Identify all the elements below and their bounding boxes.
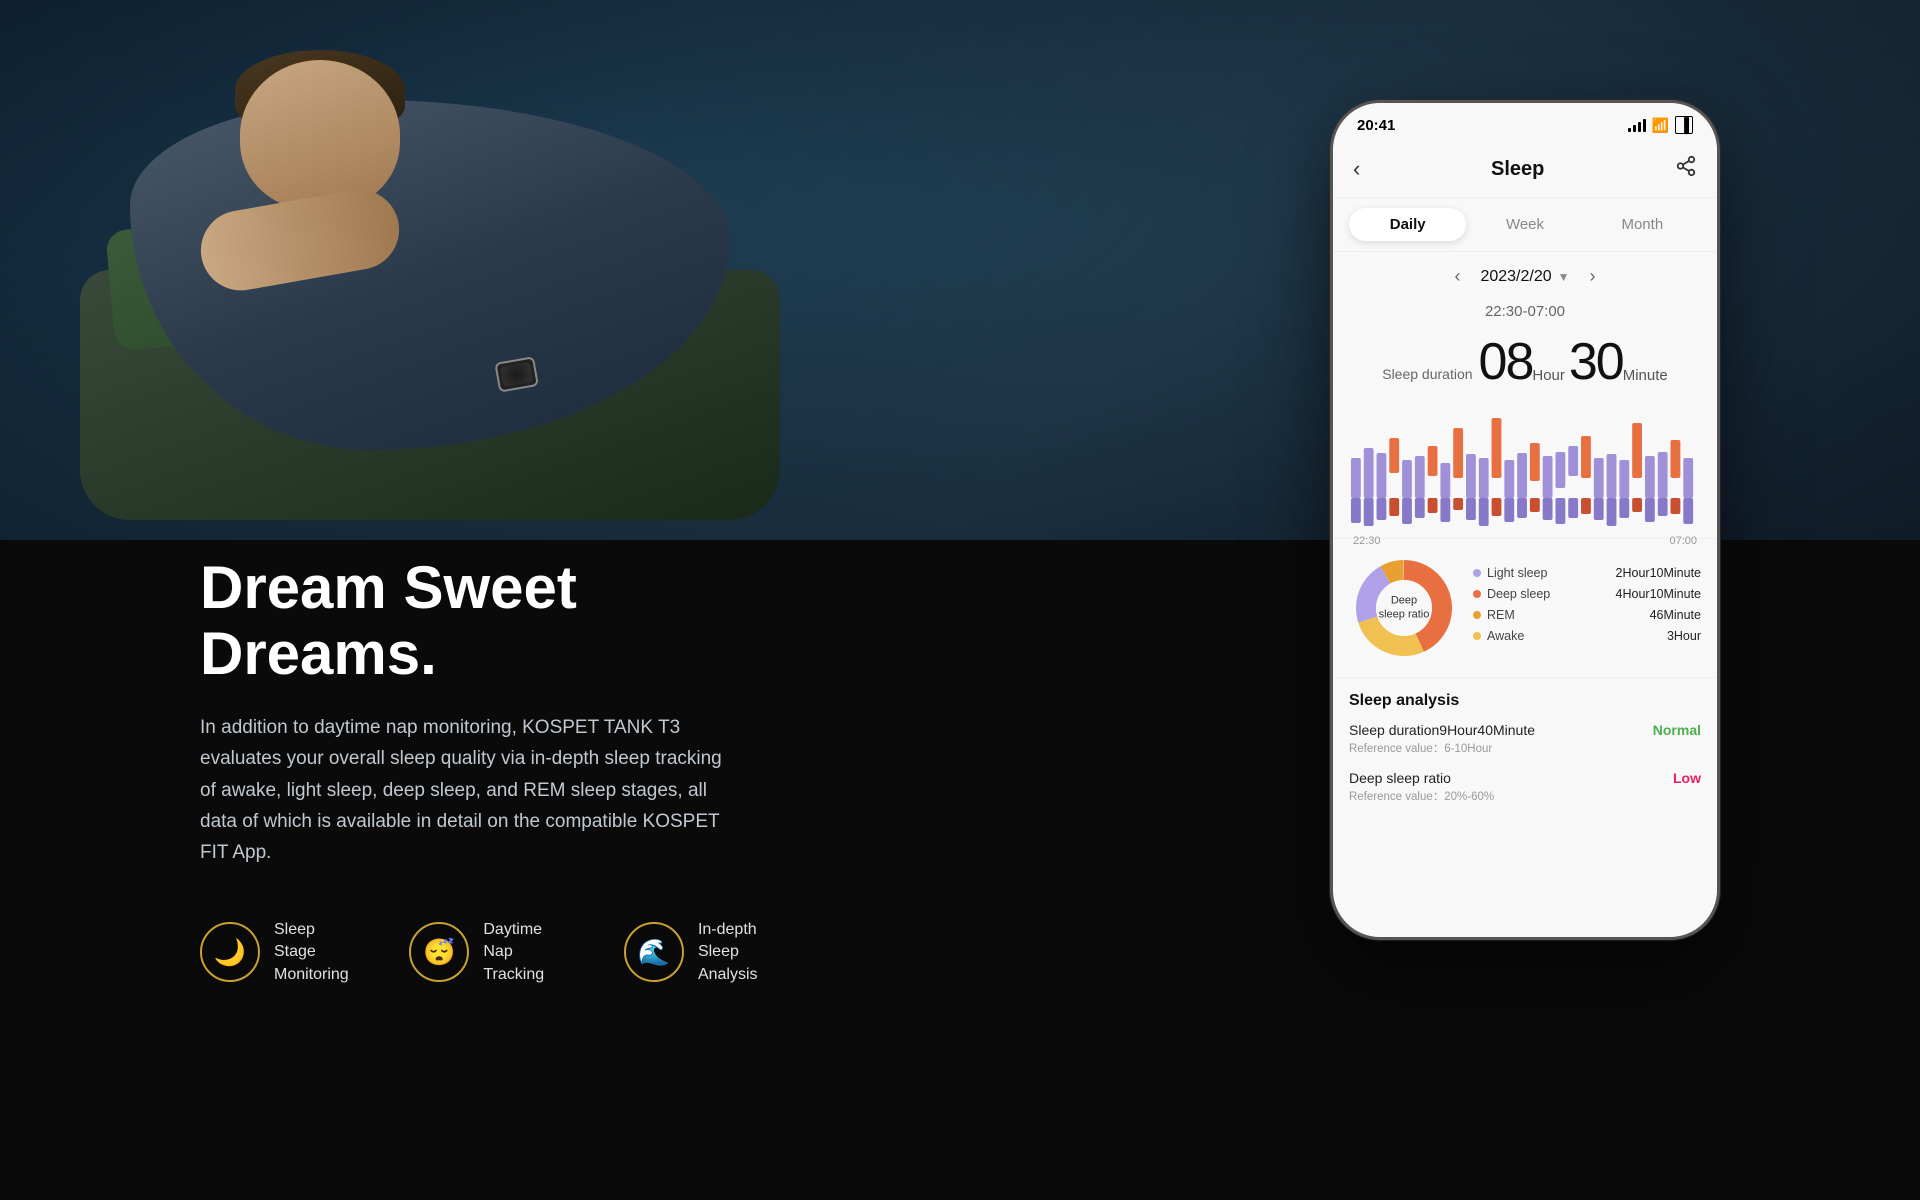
donut-chart: Deep sleep ratio: [1349, 553, 1459, 663]
sleep-hours: 08: [1479, 332, 1533, 392]
analysis-deep-ref: Reference value：20%-60%: [1349, 788, 1701, 804]
deep-sleep-dot: [1473, 590, 1481, 598]
signal-icon: [1628, 119, 1646, 132]
sleep-legend: Light sleep 2Hour10Minute Deep sleep 4Ho…: [1473, 566, 1701, 650]
awake-dot: [1473, 632, 1481, 640]
analysis-title: Sleep analysis: [1349, 692, 1701, 710]
donut-line1: Deep: [1391, 595, 1417, 607]
rem-value: 46Minute: [1650, 608, 1701, 622]
light-sleep-dot: [1473, 569, 1481, 577]
feature-in-depth: 🌊 In-depth SleepAnalysis: [624, 919, 800, 986]
analysis-duration-status: Normal: [1653, 722, 1701, 738]
legend-light-sleep: Light sleep 2Hour10Minute: [1473, 566, 1701, 580]
status-time: 20:41: [1357, 117, 1395, 134]
analysis-deep-status: Low: [1673, 770, 1701, 786]
legend-awake: Awake 3Hour: [1473, 629, 1701, 643]
chart-end-time: 07:00: [1669, 535, 1697, 547]
description-text: In addition to daytime nap monitoring, K…: [200, 712, 740, 869]
tab-week[interactable]: Week: [1466, 208, 1583, 241]
sleep-stage-icon: 🌙: [200, 922, 260, 982]
in-depth-icon: 🌊: [624, 922, 684, 982]
chart-start-time: 22:30: [1353, 535, 1381, 547]
chart-time-labels: 22:30 07:00: [1349, 533, 1701, 547]
sleep-time-range: 22:30-07:00: [1333, 301, 1717, 328]
tagline-text: Dream Sweet Dreams.: [200, 555, 800, 687]
sleep-minutes: 30: [1569, 332, 1623, 392]
sleep-stage-label: Sleep StageMonitoring: [274, 919, 359, 986]
analysis-duration-label: Sleep duration9Hour40Minute: [1349, 722, 1535, 738]
donut-line2: sleep ratio: [1379, 609, 1430, 621]
sleep-duration-display: Sleep duration 08 Hour 30 Minute: [1333, 328, 1717, 408]
analysis-duration-ref: Reference value：6-10Hour: [1349, 740, 1701, 756]
analysis-sleep-duration: Sleep duration9Hour40Minute Normal Refer…: [1349, 722, 1701, 756]
feature-sleep-stage: 🌙 Sleep StageMonitoring: [200, 919, 359, 986]
sleep-duration-label: Sleep duration: [1382, 366, 1472, 382]
legend-rem: REM 46Minute: [1473, 608, 1701, 622]
sleeping-man-illustration: [80, 20, 830, 540]
tab-daily[interactable]: Daily: [1349, 208, 1466, 241]
wifi-icon: 📶: [1652, 117, 1669, 134]
awake-label: Awake: [1487, 629, 1524, 643]
prev-date-button[interactable]: ‹: [1454, 266, 1460, 287]
date-value: 2023/2/20: [1480, 268, 1551, 286]
daytime-nap-label: Daytime NapTracking: [483, 919, 574, 986]
light-sleep-value: 2Hour10Minute: [1616, 566, 1701, 580]
phone-mockup: 20:41 📶 ▐ ‹ Sleep: [1330, 100, 1720, 1080]
rem-dot: [1473, 611, 1481, 619]
battery-icon: ▐: [1675, 116, 1693, 134]
donut-center-label: Deep sleep ratio: [1379, 594, 1430, 623]
analysis-deep-label: Deep sleep ratio: [1349, 770, 1451, 786]
status-icons: 📶 ▐: [1628, 116, 1693, 134]
deep-sleep-label: Deep sleep: [1487, 587, 1550, 601]
app-header: ‹ Sleep: [1333, 147, 1717, 198]
back-button[interactable]: ‹: [1353, 156, 1360, 182]
light-sleep-label: Light sleep: [1487, 566, 1547, 580]
phone-shell: 20:41 📶 ▐ ‹ Sleep: [1330, 100, 1720, 940]
daytime-nap-icon: 😴: [409, 922, 469, 982]
date-dropdown-icon[interactable]: ▼: [1558, 270, 1570, 284]
date-navigation: ‹ 2023/2/20 ▼ ›: [1333, 252, 1717, 301]
tab-month[interactable]: Month: [1584, 208, 1701, 241]
app-title: Sleep: [1491, 158, 1544, 181]
sleep-analysis-section: Sleep analysis Sleep duration9Hour40Minu…: [1333, 677, 1717, 832]
sleep-chart: 22:30 07:00: [1333, 408, 1717, 538]
legend-deep-sleep: Deep sleep 4Hour10Minute: [1473, 587, 1701, 601]
sleep-minute-unit: Minute: [1623, 367, 1668, 384]
feature-daytime-nap: 😴 Daytime NapTracking: [409, 919, 574, 986]
in-depth-label: In-depth SleepAnalysis: [698, 919, 800, 986]
next-date-button[interactable]: ›: [1590, 266, 1596, 287]
deep-sleep-value: 4Hour10Minute: [1616, 587, 1701, 601]
share-button[interactable]: [1675, 155, 1697, 183]
sleep-hour-unit: Hour: [1532, 367, 1565, 384]
awake-value: 3Hour: [1667, 629, 1701, 643]
left-content-area: Dream Sweet Dreams. In addition to dayti…: [200, 555, 800, 986]
tab-bar: Daily Week Month: [1333, 198, 1717, 252]
status-bar: 20:41 📶 ▐: [1333, 103, 1717, 147]
analysis-deep-sleep: Deep sleep ratio Low Reference value：20%…: [1349, 770, 1701, 804]
date-display: 2023/2/20 ▼: [1480, 268, 1569, 286]
rem-label: REM: [1487, 608, 1515, 622]
features-list: 🌙 Sleep StageMonitoring 😴 Daytime NapTra…: [200, 919, 800, 986]
donut-section: Deep sleep ratio Light sleep 2Hour10Minu…: [1333, 538, 1717, 677]
